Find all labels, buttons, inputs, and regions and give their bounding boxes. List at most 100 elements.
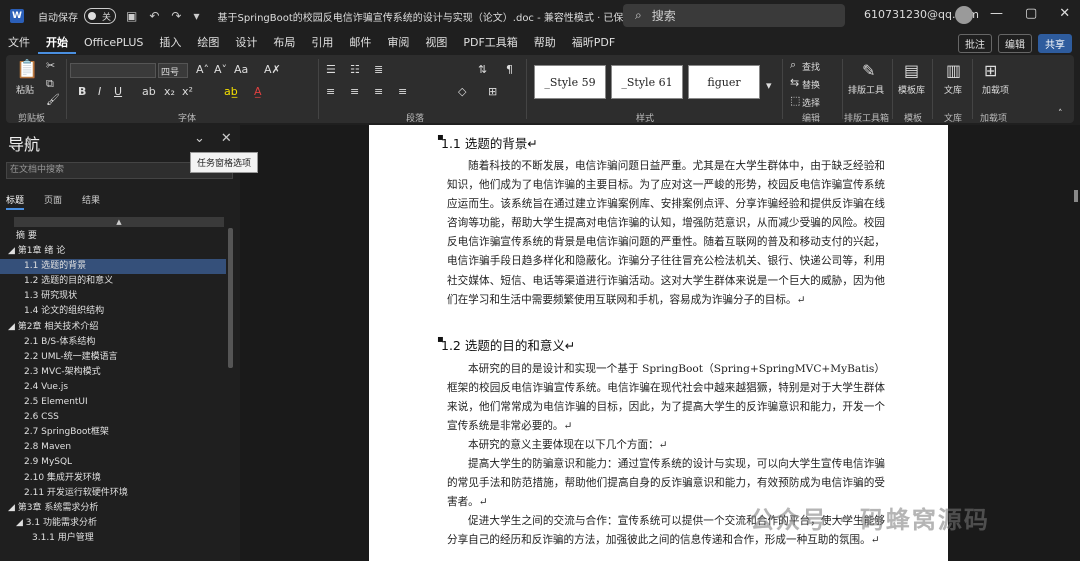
tab-foxit-pdf[interactable]: 福昕PDF xyxy=(564,32,623,54)
nav-heading-item[interactable]: ◢ 第3章 系统需求分析 xyxy=(0,501,226,516)
document-page[interactable]: ▪ 1.1 选题的背景↵ 随着科技的不断发展，电信诈骗问题日益严重。尤其是在大学生… xyxy=(369,125,948,561)
tab-view[interactable]: 视图 xyxy=(417,32,455,54)
numbering-icon[interactable]: ☷ xyxy=(350,63,360,76)
close-icon[interactable]: ✕ xyxy=(1059,6,1070,21)
copy-icon[interactable]: ⧉ xyxy=(46,77,54,91)
styles-more-icon[interactable]: ▾ xyxy=(766,79,772,92)
heading-1-2[interactable]: ▪ 1.2 选题的目的和意义↵ xyxy=(437,334,575,354)
shading-icon[interactable]: ◇ xyxy=(458,85,466,98)
search-box[interactable]: ⌕ 搜索 xyxy=(623,4,845,27)
paragraph-background[interactable]: 随着科技的不断发展，电信诈骗问题日益严重。尤其是在大学生群体中，由于缺乏经验和知… xyxy=(447,157,885,310)
library-button[interactable]: 文库 xyxy=(944,83,962,96)
clear-format-icon[interactable]: A✗ xyxy=(264,63,281,76)
paste-icon[interactable]: 📋 xyxy=(16,59,38,80)
nav-options-icon[interactable]: ⌄ xyxy=(194,131,205,146)
font-name-select[interactable] xyxy=(70,63,156,78)
justify-icon[interactable]: ≡ xyxy=(398,85,407,98)
superscript-icon[interactable]: x² xyxy=(182,85,193,98)
nav-heading-item[interactable]: 2.1 B/S-体系结构 xyxy=(0,335,226,350)
nav-heading-item[interactable]: 2.10 集成开发环境 xyxy=(0,471,226,486)
nav-heading-item[interactable]: ◢ 3.1 功能需求分析 xyxy=(0,516,226,531)
nav-close-icon[interactable]: ✕ xyxy=(221,131,232,146)
nav-tab-pages[interactable]: 页面 xyxy=(44,193,62,210)
align-left-icon[interactable]: ≡ xyxy=(326,85,335,98)
nav-scrollbar[interactable] xyxy=(228,228,233,368)
change-case-icon[interactable]: Aa xyxy=(234,63,248,76)
nav-heading-item[interactable]: 2.8 Maven xyxy=(0,440,226,455)
layout-tool-icon[interactable]: ✎ xyxy=(862,61,875,80)
nav-heading-item[interactable]: 2.6 CSS xyxy=(0,410,226,425)
subscript-icon[interactable]: x₂ xyxy=(164,85,175,98)
ribbon-collapse-icon[interactable]: ˄ xyxy=(1058,109,1063,119)
nav-heading-item[interactable]: ◢ 第1章 绪 论 xyxy=(0,244,226,259)
paragraph-significance[interactable]: 本研究的意义主要体现在以下几个方面：↵ xyxy=(447,436,885,455)
nav-heading-item[interactable]: 1.2 选题的目的和意义 xyxy=(0,274,226,289)
bold-icon[interactable]: B xyxy=(78,85,86,98)
nav-heading-item[interactable]: 2.2 UML-统一建模语言 xyxy=(0,350,226,365)
comments-button[interactable]: 批注 xyxy=(958,34,992,53)
minimize-icon[interactable]: — xyxy=(990,6,1003,21)
library-icon[interactable]: ▥ xyxy=(946,61,961,80)
shrink-font-icon[interactable]: A˅ xyxy=(214,63,227,76)
multilevel-list-icon[interactable]: ≣ xyxy=(374,63,383,76)
cut-icon[interactable]: ✂ xyxy=(46,59,55,72)
show-marks-icon[interactable]: ¶ xyxy=(506,63,513,76)
tab-officeplus[interactable]: OfficePLUS xyxy=(76,32,151,54)
nav-heading-item[interactable]: 2.7 SpringBoot框架 xyxy=(0,425,226,440)
font-color-icon[interactable]: A̲ xyxy=(254,85,262,98)
tab-review[interactable]: 审阅 xyxy=(379,32,417,54)
avatar[interactable] xyxy=(955,6,973,24)
addins-icon[interactable]: ⊞ xyxy=(984,61,997,80)
nav-heading-item[interactable]: ◢ 第2章 相关技术介绍 xyxy=(0,320,226,335)
grow-font-icon[interactable]: A˄ xyxy=(196,63,209,76)
bullets-icon[interactable]: ☰ xyxy=(326,63,336,76)
redo-icon[interactable]: ↷ xyxy=(171,9,181,23)
tab-help[interactable]: 帮助 xyxy=(526,32,564,54)
maximize-icon[interactable]: ▢ xyxy=(1025,6,1037,21)
heading-1-1[interactable]: ▪ 1.1 选题的背景↵ xyxy=(437,132,538,152)
tab-design[interactable]: 设计 xyxy=(227,32,265,54)
tab-pdf-toolbox[interactable]: PDF工具箱 xyxy=(455,32,525,54)
find-icon[interactable]: ⌕ xyxy=(790,58,796,72)
tab-insert[interactable]: 插入 xyxy=(151,32,189,54)
tab-home[interactable]: 开始 xyxy=(38,32,76,54)
tab-file[interactable]: 文件 xyxy=(0,32,38,54)
nav-heading-item[interactable]: 2.3 MVC-架构模式 xyxy=(0,365,226,380)
nav-heading-item[interactable]: 2.5 ElementUI xyxy=(0,395,226,410)
share-button[interactable]: 共享 xyxy=(1038,34,1072,53)
nav-tab-headings[interactable]: 标题 xyxy=(6,193,25,210)
font-size-select[interactable]: 四号 xyxy=(158,63,188,78)
tab-references[interactable]: 引用 xyxy=(303,32,341,54)
autosave-toggle[interactable]: 关 xyxy=(84,8,116,24)
strikethrough-icon[interactable]: ab xyxy=(142,85,156,98)
template-button[interactable]: 模板库 xyxy=(898,83,925,96)
nav-heading-item[interactable]: 2.11 开发运行软硬件环境 xyxy=(0,486,226,501)
select-button[interactable]: 选择 xyxy=(802,96,820,109)
nav-heading-item[interactable]: 3.1.1 用户管理 xyxy=(0,531,226,546)
replace-icon[interactable]: ⇆ xyxy=(790,76,799,89)
document-scrollbar[interactable] xyxy=(1074,190,1078,202)
tab-mailings[interactable]: 邮件 xyxy=(341,32,379,54)
sort-icon[interactable]: ⇅ xyxy=(478,63,487,76)
scroll-up-icon[interactable]: ▲ xyxy=(14,217,224,227)
addins-button[interactable]: 加载项 xyxy=(982,83,1009,96)
borders-icon[interactable]: ⊞ xyxy=(488,85,497,98)
align-right-icon[interactable]: ≡ xyxy=(374,85,383,98)
paste-label[interactable]: 粘贴 xyxy=(16,83,34,96)
nav-tab-results[interactable]: 结果 xyxy=(82,193,100,210)
nav-heading-item[interactable]: 2.4 Vue.js xyxy=(0,380,226,395)
paragraph-purpose[interactable]: 本研究的目的是设计和实现一个基于 SpringBoot（Spring+Sprin… xyxy=(447,360,885,436)
style-item-style61[interactable]: _Style 61 xyxy=(611,65,683,99)
italic-icon[interactable]: I xyxy=(98,85,101,98)
nav-heading-item[interactable]: 1.3 研究现状 xyxy=(0,289,226,304)
template-icon[interactable]: ▤ xyxy=(904,61,919,80)
nav-heading-item[interactable]: 2.9 MySQL xyxy=(0,455,226,470)
editing-button[interactable]: 编辑 xyxy=(998,34,1032,53)
underline-icon[interactable]: U xyxy=(114,85,122,98)
customize-toolbar-icon[interactable]: ▾ xyxy=(193,9,199,23)
replace-button[interactable]: 替换 xyxy=(802,78,820,91)
undo-icon[interactable]: ↶ xyxy=(149,9,159,23)
nav-heading-item[interactable]: 摘 要 xyxy=(0,229,226,244)
tab-layout[interactable]: 布局 xyxy=(265,32,303,54)
format-painter-icon[interactable]: 🖌 xyxy=(46,93,60,106)
